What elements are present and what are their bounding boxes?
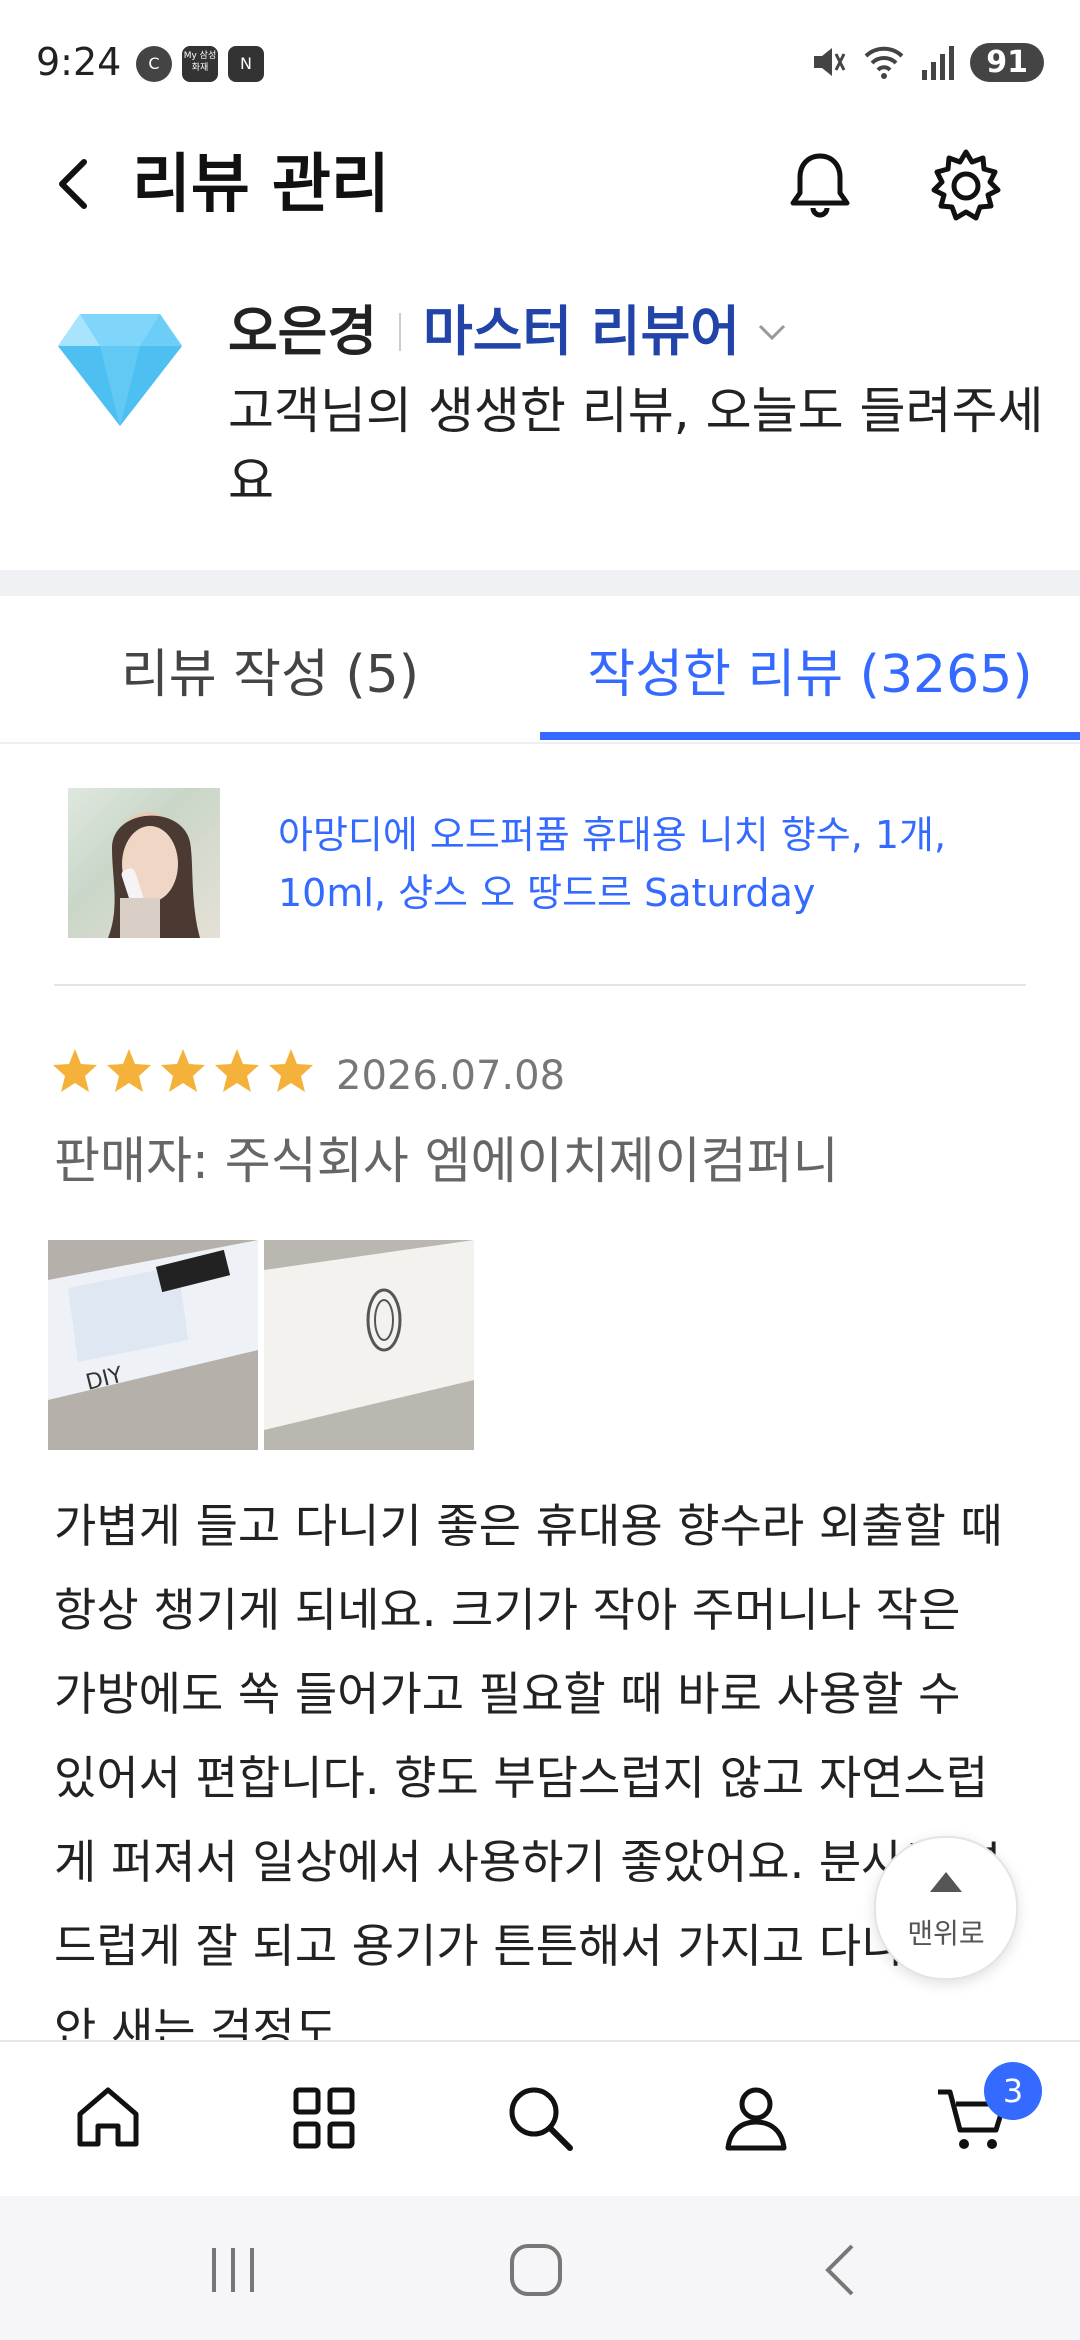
review-photo-1-image: DIY [48, 1240, 258, 1450]
wifi-icon [864, 46, 904, 79]
profile-message: 고객님의 생생한 리뷰, 오늘도 들려주세요 [228, 382, 1044, 510]
star-icon [53, 1049, 97, 1092]
reviewer-profile: 오은경 마스터 리뷰어 고객님의 생생한 리뷰, 오늘도 들려주세요 [0, 250, 1080, 570]
name-separator [399, 313, 402, 351]
reviewer-grade: 마스터 리뷰어 [423, 300, 740, 363]
status-badge-n: N [228, 46, 264, 82]
review-photo[interactable]: DIY [48, 1240, 258, 1450]
divider [54, 984, 1026, 986]
system-back-icon[interactable] [818, 2242, 862, 2298]
tab-written-reviews[interactable]: 작성한 리뷰 (3265) [540, 596, 1080, 742]
gear-icon[interactable] [924, 144, 1008, 228]
system-navigation-bar [0, 2196, 1080, 2340]
scroll-to-top-label: 맨위로 [907, 1917, 985, 1950]
star-icon [161, 1049, 205, 1092]
signal-icon [922, 46, 955, 80]
app-header: 리뷰 관리 [0, 120, 1080, 250]
seller-name: 판매자: 주식회사 엠에이치제이컴퍼니 [54, 1132, 839, 1190]
cart-count-badge: 3 [984, 2062, 1042, 2120]
home-button-icon[interactable] [506, 2240, 566, 2300]
battery-level: 91 [970, 42, 1044, 82]
star-icon [215, 1049, 259, 1092]
reviewer-name: 오은경 [228, 300, 378, 363]
my-account-icon[interactable] [716, 2078, 796, 2158]
categories-icon[interactable] [284, 2078, 364, 2158]
product-name-link[interactable]: 아망디에 오드퍼퓸 휴대용 니치 향수, 1개, 10ml, 샹스 오 땅드르 … [278, 806, 998, 922]
product-thumbnail-image [108, 812, 200, 938]
review-tabs: 리뷰 작성 (5) 작성한 리뷰 (3265) [0, 596, 1080, 744]
star-rating [50, 1046, 316, 1096]
star-icon [107, 1049, 151, 1092]
recent-apps-icon[interactable] [206, 2244, 260, 2296]
product-thumbnail[interactable] [68, 788, 220, 938]
review-date: 2026.07.08 [336, 1053, 566, 1099]
status-time: 9:24 [36, 40, 122, 84]
tab-write-review[interactable]: 리뷰 작성 (5) [0, 596, 540, 742]
arrow-up-icon [930, 1872, 962, 1892]
scroll-to-top-button[interactable]: 맨위로 [874, 1836, 1018, 1980]
review-photo[interactable] [264, 1240, 474, 1450]
status-bar: 9:24 C My 삼성화재 N 91 [0, 0, 1080, 120]
review-body: 가볍게 들고 다니기 좋은 휴대용 향수라 외출할 때 항상 챙기게 되네요. … [54, 1499, 1003, 2057]
chevron-down-icon[interactable] [754, 314, 790, 350]
status-badge-c: C [136, 46, 172, 82]
status-badge-insurance: My 삼성화재 [182, 46, 218, 82]
bell-icon[interactable] [780, 146, 860, 226]
bottom-navigation: 3 [0, 2040, 1080, 2198]
search-icon[interactable] [500, 2078, 580, 2158]
review-photo-2-image [264, 1240, 474, 1450]
back-icon[interactable] [40, 148, 112, 220]
page-title: 리뷰 관리 [132, 148, 390, 222]
star-icon [269, 1049, 313, 1092]
section-divider [0, 570, 1080, 596]
mute-icon [814, 48, 846, 76]
active-tab-indicator [540, 732, 1080, 740]
status-indicators: 91 [808, 42, 1044, 82]
home-icon[interactable] [68, 2078, 148, 2158]
diamond-icon [58, 314, 182, 426]
reviewer-name-row[interactable]: 오은경 마스터 리뷰어 [228, 292, 790, 372]
